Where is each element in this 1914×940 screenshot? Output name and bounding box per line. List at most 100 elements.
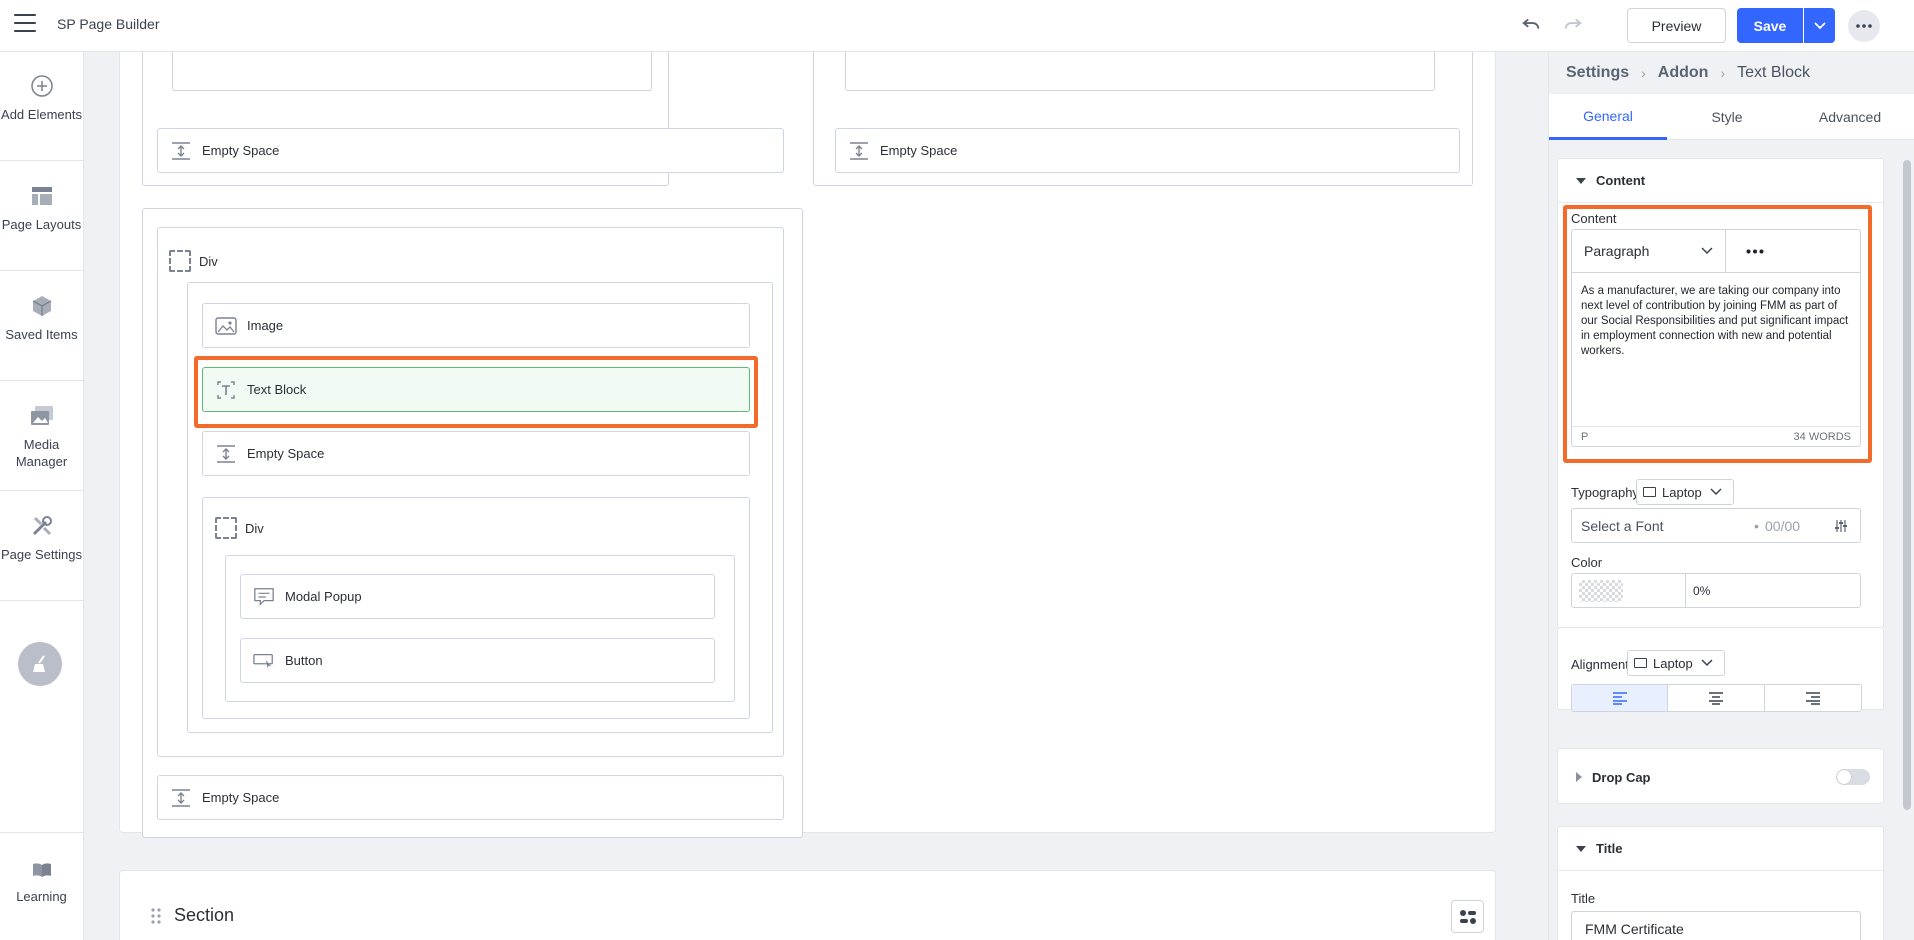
layout-icon: [31, 187, 52, 205]
highlight-box: [194, 356, 758, 428]
addon-empty-space[interactable]: Empty Space: [202, 431, 750, 476]
button-icon: [253, 653, 273, 668]
div-label: Div: [169, 250, 218, 272]
tab-general[interactable]: General: [1549, 94, 1667, 140]
color-opacity[interactable]: 0%: [1686, 574, 1710, 607]
title-input[interactable]: FMM Certificate: [1571, 911, 1861, 940]
inner-box: [845, 52, 1435, 91]
broom-icon: [33, 655, 45, 672]
tab-style[interactable]: Style: [1667, 94, 1787, 140]
addon-label: Empty Space: [202, 143, 280, 158]
content-section: Content Content Paragraph As a manufactu…: [1557, 158, 1884, 628]
empty-space-icon: [172, 141, 190, 160]
empty-space-icon: [172, 788, 190, 807]
section-options-button[interactable]: [1451, 900, 1484, 933]
menu-icon[interactable]: [14, 14, 36, 34]
builder-canvas: Empty Space Empty Space Div Image Text B…: [84, 52, 1548, 940]
chevron-down-icon: [1701, 659, 1713, 667]
drop-cap-toggle[interactable]: [1836, 769, 1870, 785]
tab-advanced[interactable]: Advanced: [1787, 94, 1913, 140]
align-left-button[interactable]: [1572, 685, 1669, 711]
align-center-button[interactable]: [1668, 685, 1765, 711]
addon-label: Empty Space: [202, 790, 280, 805]
color-label: Color: [1571, 555, 1603, 570]
drag-handle-icon[interactable]: [150, 907, 162, 925]
title-section-header[interactable]: Title: [1558, 827, 1883, 871]
sidebar-item-saved-items[interactable]: Saved Items: [0, 292, 83, 343]
adjust-icon[interactable]: [1834, 519, 1848, 533]
caret-down-icon: [1576, 845, 1586, 852]
align-right-icon: [1805, 692, 1820, 705]
addon-empty-space[interactable]: Empty Space: [835, 128, 1460, 173]
sidebar-item-page-layouts[interactable]: Page Layouts: [0, 182, 83, 233]
align-right-button[interactable]: [1764, 685, 1861, 711]
panel-scrollbar[interactable]: [1903, 160, 1911, 810]
typography-device-select[interactable]: Laptop: [1636, 479, 1734, 505]
ellipsis-icon: [1856, 24, 1872, 28]
app-title: SP Page Builder: [57, 16, 160, 32]
redo-icon[interactable]: [1560, 13, 1586, 39]
sidebar-item-label: Page Layouts: [1, 217, 82, 232]
addon-image[interactable]: Image: [202, 303, 750, 348]
breadcrumb-addon[interactable]: Addon: [1658, 64, 1709, 82]
sidebar-item-learning[interactable]: Learning: [0, 860, 83, 905]
drop-cap-header[interactable]: Drop Cap: [1558, 749, 1883, 805]
sidebar-item-media-manager[interactable]: Media Manager: [0, 402, 83, 470]
font-select[interactable]: Select a Font • 00/00: [1571, 508, 1861, 543]
breadcrumb-settings[interactable]: Settings: [1566, 64, 1629, 82]
plus-circle-icon: [30, 75, 53, 97]
highlight-box: [1563, 205, 1872, 463]
addon-button[interactable]: Button: [240, 638, 715, 683]
monitor-icon: [1643, 487, 1656, 497]
section-card: Empty Space Empty Space Div Image Text B…: [119, 52, 1496, 838]
modal-popup-icon: [254, 587, 274, 606]
empty-space-icon: [217, 444, 235, 463]
align-center-icon: [1708, 692, 1723, 705]
inner-box: [172, 52, 652, 91]
breadcrumb: Settings › Addon › Text Block: [1549, 52, 1914, 94]
color-swatch[interactable]: [1579, 580, 1623, 602]
sidebar-item-add-elements[interactable]: Add Elements: [0, 72, 83, 123]
addon-empty-space[interactable]: Empty Space: [157, 128, 784, 173]
addon-modal-popup[interactable]: Modal Popup: [240, 574, 715, 619]
addon-empty-space[interactable]: Empty Space: [157, 775, 784, 820]
alignment-section: Alignment Laptop: [1557, 628, 1884, 712]
title-section: Title Title FMM Certificate: [1557, 826, 1884, 940]
title-label: Title: [1571, 891, 1596, 906]
top-bar: SP Page Builder Preview Save: [0, 0, 1914, 52]
sidebar-item-label: Media Manager: [15, 437, 68, 469]
sidebar-item-label: Page Settings: [1, 547, 82, 562]
images-icon: [30, 406, 53, 425]
font-size-field[interactable]: 00/00: [1765, 518, 1800, 534]
color-picker[interactable]: 0%: [1571, 573, 1861, 608]
caret-right-icon: [1576, 772, 1582, 782]
undo-icon[interactable]: [1518, 13, 1544, 39]
box-icon: [32, 296, 51, 316]
caret-down-icon: [1576, 177, 1586, 184]
section-block[interactable]: Section: [119, 870, 1496, 940]
sidebar-item-label: Saved Items: [5, 327, 78, 342]
addon-label: Modal Popup: [285, 589, 362, 604]
chevron-down-icon: [1813, 21, 1826, 29]
chevron-down-icon: [1710, 488, 1722, 496]
save-button[interactable]: Save: [1737, 8, 1803, 43]
sidebar-item-page-settings[interactable]: Page Settings: [0, 512, 83, 563]
alignment-device-select[interactable]: Laptop: [1627, 650, 1725, 676]
breadcrumb-current: Text Block: [1737, 64, 1811, 81]
div-icon: [169, 250, 191, 272]
sliders-icon: [1459, 909, 1476, 924]
empty-space-icon: [850, 141, 868, 160]
div-icon: [215, 517, 237, 539]
drop-cap-section[interactable]: Drop Cap: [1557, 748, 1884, 804]
clean-button[interactable]: [18, 642, 62, 686]
preview-button[interactable]: Preview: [1627, 8, 1726, 43]
save-options-button[interactable]: [1804, 8, 1835, 43]
book-icon: [32, 863, 51, 877]
addon-label: Empty Space: [880, 143, 958, 158]
content-section-header[interactable]: Content: [1558, 159, 1883, 203]
image-icon: [215, 316, 237, 335]
alignment-label: Alignment: [1571, 657, 1629, 672]
addon-label: Image: [247, 318, 284, 333]
alignment-buttons: [1571, 684, 1862, 712]
more-options-button[interactable]: [1848, 10, 1880, 42]
